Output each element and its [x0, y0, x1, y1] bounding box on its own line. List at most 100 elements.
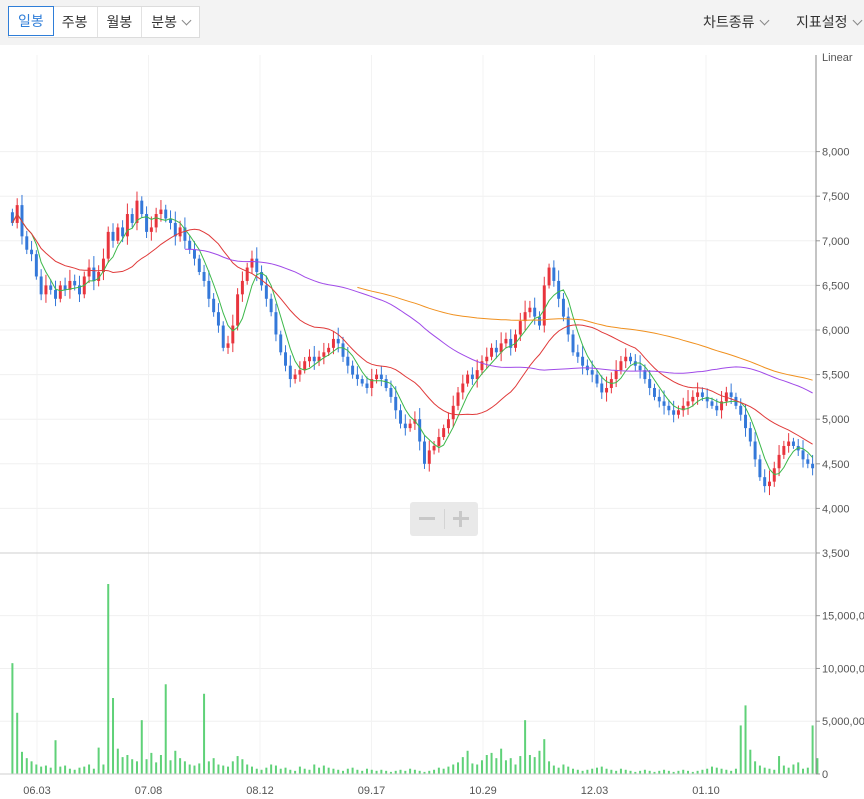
- volume-bar: [107, 584, 110, 774]
- chart-type-dropdown[interactable]: 차트종류: [703, 12, 769, 32]
- candle-body: [73, 280, 77, 286]
- tab-minute-label: 분봉: [151, 14, 178, 30]
- price-tick-label: 4,000: [822, 503, 850, 515]
- volume-bar: [356, 769, 359, 774]
- chevron-down-icon: [852, 15, 862, 26]
- candle-body: [686, 401, 690, 406]
- volume-bar: [715, 767, 718, 774]
- scale-type-label: Linear: [822, 52, 853, 64]
- volume-bar: [203, 693, 206, 774]
- price-tick-label: 5,500: [822, 370, 850, 382]
- price-tick-label: 7,500: [822, 191, 850, 203]
- candle-body: [432, 445, 436, 451]
- volume-bar: [97, 747, 100, 774]
- volume-bar: [552, 765, 555, 774]
- candle-body: [336, 338, 340, 344]
- candle-body: [121, 227, 125, 237]
- volume-bar: [519, 756, 522, 774]
- candle-body: [547, 267, 551, 286]
- volume-bar: [768, 768, 771, 774]
- price-tick-label: 7,000: [822, 236, 850, 248]
- volume-bar: [413, 769, 416, 774]
- chevron-down-icon: [181, 15, 192, 26]
- volume-bar: [265, 767, 268, 774]
- volume-bar: [25, 758, 28, 774]
- candle-body: [648, 379, 652, 388]
- volume-bar: [610, 769, 613, 774]
- zoom-in-button[interactable]: [444, 502, 478, 536]
- price-tick-label: 4,500: [822, 459, 850, 471]
- indicator-settings-dropdown[interactable]: 지표설정: [796, 12, 862, 32]
- candle-body: [312, 356, 316, 362]
- candle-body: [34, 254, 38, 277]
- candle-body: [274, 312, 278, 335]
- volume-bar: [816, 758, 819, 774]
- stock-chart[interactable]: 8,000 7,500 7,000 6,500 6,000 5,500 5,000 4,500…: [0, 45, 864, 799]
- volume-bar: [514, 764, 517, 774]
- price-tick-label: 5,000: [822, 414, 850, 426]
- volume-bar: [720, 768, 723, 774]
- plus-icon: [453, 511, 470, 527]
- candle-body: [528, 307, 532, 313]
- volume-bar: [126, 755, 129, 774]
- volume-bar: [758, 765, 761, 774]
- candle-body: [149, 227, 153, 232]
- volume-bar: [198, 763, 201, 774]
- volume-bar: [471, 763, 474, 774]
- candle-body: [360, 379, 364, 384]
- ma20-line: [11, 213, 813, 445]
- candle-body: [49, 285, 53, 290]
- zoom-out-button[interactable]: [410, 502, 444, 536]
- volume-bar: [533, 757, 536, 774]
- candle-body: [475, 370, 479, 380]
- volume-bar: [44, 765, 47, 774]
- moving-average-lines: [11, 213, 813, 476]
- ma120-line: [357, 286, 813, 381]
- candle-body: [561, 298, 565, 317]
- candle-body: [494, 347, 498, 353]
- candle-body: [202, 272, 206, 281]
- volume-bar: [59, 766, 62, 774]
- volume-bar: [605, 768, 608, 774]
- candle-body: [748, 428, 752, 442]
- candle-body: [437, 437, 441, 446]
- volume-bar: [83, 766, 86, 774]
- volume-bar: [710, 766, 713, 774]
- tab-minute[interactable]: 분봉: [142, 7, 199, 37]
- volume-bar: [543, 739, 546, 774]
- candle-body: [269, 298, 273, 313]
- volume-bar: [155, 762, 158, 774]
- candle-body: [557, 280, 561, 299]
- volume-bar: [754, 761, 757, 774]
- price-tick-label: 8,000: [822, 147, 850, 159]
- minus-icon: [418, 511, 435, 527]
- tab-monthly[interactable]: 월봉: [98, 7, 143, 37]
- candle-body: [676, 410, 680, 415]
- candle-body: [777, 454, 781, 469]
- candle-body: [288, 365, 292, 380]
- volume-bar: [35, 764, 38, 774]
- volume-bar: [576, 769, 579, 774]
- volume-bar: [773, 769, 776, 774]
- volume-tick-label: 0: [822, 769, 828, 781]
- volume-bar: [274, 765, 277, 774]
- candle-body: [533, 307, 537, 317]
- ma60-line: [184, 248, 813, 394]
- candle-body: [54, 289, 58, 299]
- volume-bar: [11, 663, 14, 774]
- candle-body: [552, 267, 556, 281]
- tab-daily[interactable]: 일봉: [8, 6, 54, 36]
- volume-bar: [30, 761, 33, 774]
- tab-weekly[interactable]: 주봉: [53, 7, 98, 37]
- volume-bar: [701, 769, 704, 774]
- volume-bar: [145, 759, 148, 774]
- candle-body: [307, 356, 311, 362]
- period-tab-group: 일봉 주봉 월봉 분봉: [8, 6, 201, 38]
- candle-body: [590, 370, 594, 375]
- volume-bars: [11, 584, 819, 774]
- volume-bar: [782, 765, 785, 774]
- volume-bar: [476, 764, 479, 774]
- candle-body: [293, 374, 297, 380]
- volume-bar: [68, 768, 71, 774]
- candle-body: [710, 401, 714, 406]
